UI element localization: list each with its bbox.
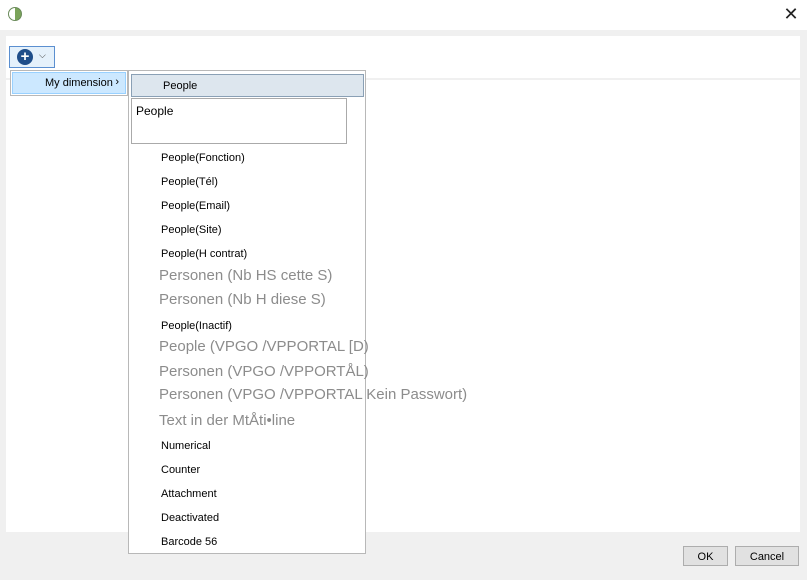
submenu-item[interactable]: People(Email) bbox=[161, 200, 230, 212]
menu-item-my-dimension[interactable]: My dimension › bbox=[12, 72, 126, 94]
close-icon[interactable]: ✕ bbox=[783, 4, 799, 24]
submenu-item[interactable]: Numerical bbox=[161, 440, 211, 452]
dimension-menu: My dimension › bbox=[10, 70, 128, 96]
tooltip-text: People bbox=[136, 104, 174, 118]
submenu-item[interactable]: People(Site) bbox=[161, 224, 222, 236]
submenu-item[interactable]: People(Tél) bbox=[161, 176, 218, 188]
cancel-button[interactable]: Cancel bbox=[735, 546, 799, 566]
content-panel bbox=[6, 80, 800, 532]
submenu-item[interactable]: Personen (VPGO /VPPORTÅL) bbox=[159, 363, 369, 380]
submenu-item[interactable]: Attachment bbox=[161, 488, 217, 500]
submenu-item[interactable]: Counter bbox=[161, 464, 200, 476]
submenu-item[interactable]: Barcode 56 bbox=[161, 536, 217, 548]
submenu-item[interactable]: Personen (Nb H diese S) bbox=[159, 291, 326, 308]
submenu-item-people[interactable]: People bbox=[131, 74, 364, 97]
submenu-item[interactable]: Deactivated bbox=[161, 512, 219, 524]
app-icon bbox=[8, 7, 22, 21]
dimension-submenu: People People People(Fonction) People(Tél… bbox=[128, 70, 467, 554]
submenu-item[interactable]: Personen (VPGO /VPPORTAL Kein Passwort) bbox=[159, 386, 467, 403]
submenu-item[interactable]: People(H contrat) bbox=[161, 248, 247, 260]
ok-button[interactable]: OK bbox=[683, 546, 728, 566]
submenu-item[interactable]: People(Inactif) bbox=[161, 320, 232, 332]
chevron-right-icon: › bbox=[115, 76, 119, 88]
add-dropdown-button[interactable]: + ⌵ bbox=[9, 46, 55, 68]
chevron-down-icon: ⌵ bbox=[39, 50, 46, 60]
submenu-item-label: People bbox=[163, 80, 198, 92]
title-bar: ✕ bbox=[0, 0, 807, 30]
plus-circle-icon: + bbox=[17, 49, 33, 65]
submenu-item[interactable]: Text in der MtÅti•line bbox=[159, 412, 295, 429]
submenu-item[interactable]: Personen (Nb HS cette S) bbox=[159, 267, 332, 284]
submenu-item[interactable]: People (VPGO /VPPORTAL [D) bbox=[159, 338, 369, 355]
submenu-item[interactable]: People(Fonction) bbox=[161, 152, 245, 164]
menu-item-label: My dimension bbox=[45, 77, 113, 89]
tooltip: People bbox=[131, 98, 347, 144]
